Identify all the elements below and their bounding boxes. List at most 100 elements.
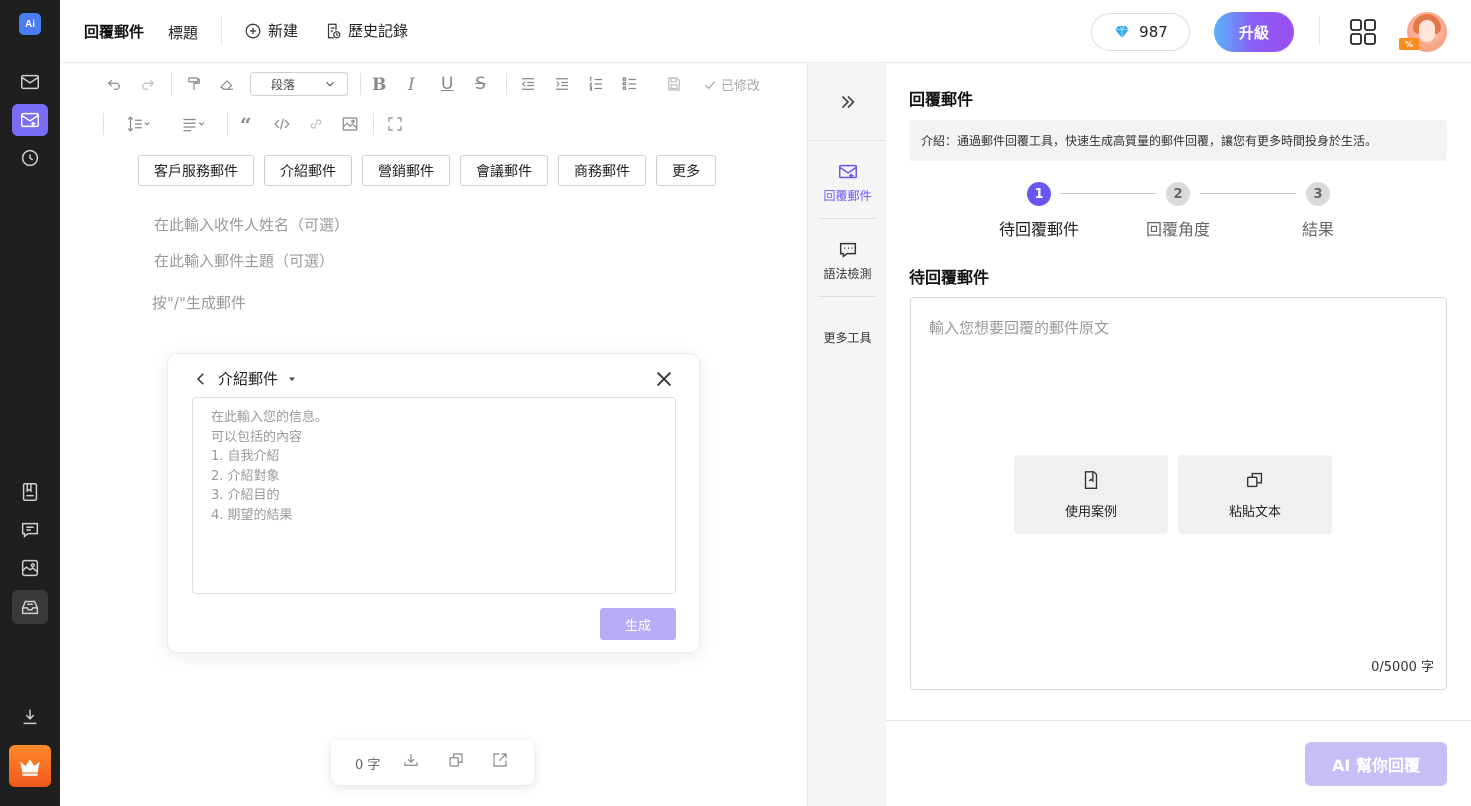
reply-mail-icon [838, 164, 857, 179]
slash-hint[interactable]: 按"/"生成郵件 [152, 292, 246, 313]
editor-area: 段落 B I U S 已修改 “ 客戶服務郵件 介紹郵件 營銷郵件 會議郵件 商… [60, 63, 807, 806]
copy-icon[interactable] [447, 751, 465, 769]
download-icon[interactable] [402, 751, 420, 769]
undo-icon[interactable] [105, 75, 123, 93]
upgrade-button[interactable]: 升級 [1214, 12, 1294, 52]
discount-badge: % [1399, 38, 1419, 50]
chip-intro[interactable]: 介紹郵件 [264, 155, 352, 186]
image-icon[interactable] [12, 552, 48, 584]
tool-grammar-label: 語法檢測 [823, 267, 872, 281]
caret-down-icon[interactable] [286, 373, 298, 385]
save-icon[interactable] [665, 75, 683, 93]
strikethrough-icon[interactable]: S [475, 74, 486, 94]
chip-marketing[interactable]: 營銷郵件 [362, 155, 450, 186]
new-label: 新建 [268, 22, 299, 40]
step-label: 結果 [1301, 220, 1334, 239]
paragraph-select-value: 段落 [271, 77, 296, 92]
step-2[interactable]: 2 回覆角度 [1128, 182, 1228, 240]
avatar[interactable]: % [1399, 12, 1447, 52]
divider [886, 720, 1471, 721]
check-icon [704, 80, 716, 89]
document-icon[interactable] [12, 476, 48, 508]
export-icon[interactable] [491, 751, 509, 769]
section-title: 待回覆郵件 [909, 268, 990, 287]
italic-icon[interactable]: I [408, 75, 415, 95]
paragraph-select[interactable]: 段落 [250, 72, 348, 96]
recipient-field[interactable]: 在此輸入收件人姓名（可選） [154, 214, 349, 235]
chip-meeting[interactable]: 會議郵件 [460, 155, 548, 186]
download-icon[interactable] [12, 701, 48, 733]
inbox-icon[interactable] [12, 590, 48, 624]
paste-icon [1246, 472, 1263, 488]
line-height-icon[interactable] [120, 115, 156, 133]
word-count: 0 字 [355, 758, 381, 773]
reply-mail-icon[interactable] [12, 104, 48, 136]
popup-header[interactable]: 介紹郵件 [192, 368, 298, 389]
diamond-icon [1115, 25, 1129, 38]
popup-textarea[interactable]: 在此輸入您的信息。 可以包括的內容 1. 自我介紹 2. 介紹對象 3. 介紹目… [192, 397, 676, 594]
paste-text-button[interactable]: 粘貼文本 [1178, 455, 1332, 534]
step-number: 2 [1166, 182, 1190, 206]
gem-balance[interactable]: 987 [1091, 13, 1190, 51]
close-icon[interactable] [653, 368, 675, 394]
bold-icon[interactable]: B [372, 75, 386, 95]
toolbar-divider [171, 73, 172, 95]
new-button[interactable]: 新建 [244, 20, 298, 41]
subject-field[interactable]: 在此輸入郵件主題（可選） [154, 250, 334, 271]
use-example-button[interactable]: 使用案例 [1014, 455, 1168, 534]
placeholder-line: 在此輸入您的信息。 [211, 410, 329, 425]
step-1[interactable]: 1 待回覆郵件 [989, 182, 1089, 240]
chip-business[interactable]: 商務郵件 [558, 155, 646, 186]
app-logo[interactable]: Ai [12, 8, 48, 40]
fullscreen-icon[interactable] [386, 115, 404, 133]
tool-grammar-check[interactable]: 語法檢測 [808, 239, 887, 282]
placeholder-line: 2. 介紹對象 [211, 468, 280, 484]
intro-email-popup: 介紹郵件 在此輸入您的信息。 可以包括的內容 1. 自我介紹 2. 介紹對象 3… [167, 353, 700, 653]
outdent-icon[interactable] [519, 75, 537, 93]
mail-icon[interactable] [12, 66, 48, 98]
tool-more[interactable]: 更多工具 [808, 329, 887, 346]
chat-icon[interactable] [12, 514, 48, 546]
original-email-input[interactable]: 輸入您想要回覆的郵件原文 使用案例 粘貼文本 0/5000 字 [910, 297, 1447, 690]
back-icon[interactable] [192, 370, 210, 388]
placeholder-line: 可以包括的內容 [211, 429, 303, 445]
indent-icon[interactable] [553, 75, 571, 93]
ordered-list-icon[interactable] [587, 75, 605, 93]
grammar-icon [839, 242, 856, 258]
placeholder-line: 1. 自我介紹 [211, 449, 280, 464]
placeholder-line: 3. 介紹目的 [211, 488, 280, 503]
modified-label: 已修改 [721, 79, 761, 94]
generate-button[interactable]: 生成 [600, 608, 676, 640]
avatar-face [1419, 20, 1435, 42]
tool-reply-email[interactable]: 回覆郵件 [808, 161, 887, 204]
eraser-icon[interactable] [218, 75, 236, 93]
history-button[interactable]: 歷史記錄 [324, 20, 408, 41]
quote-icon[interactable]: “ [240, 113, 252, 137]
code-icon[interactable] [273, 115, 291, 133]
underline-icon[interactable]: U [441, 74, 453, 94]
redo-icon[interactable] [139, 75, 157, 93]
divider [221, 17, 222, 45]
step-3[interactable]: 3 結果 [1268, 182, 1368, 240]
crown-icon[interactable] [9, 745, 51, 787]
align-icon[interactable] [176, 115, 212, 133]
step-number: 1 [1027, 182, 1051, 206]
bullet-list-icon[interactable] [621, 75, 639, 93]
panel-title: 回覆郵件 [909, 90, 974, 109]
step-number: 3 [1306, 182, 1330, 206]
chevron-down-icon [326, 81, 334, 87]
link-icon[interactable] [307, 115, 325, 133]
ai-reply-button[interactable]: AI 幫你回覆 [1305, 742, 1447, 786]
collapse-icon[interactable] [808, 63, 887, 141]
history-icon[interactable] [12, 142, 48, 174]
format-painter-icon[interactable] [185, 75, 203, 93]
title-tab[interactable]: 標題 [168, 22, 198, 43]
bottom-toolbar: 0 字 [331, 740, 534, 785]
use-example-label: 使用案例 [1064, 505, 1117, 520]
gem-count: 987 [1139, 23, 1168, 41]
chip-more[interactable]: 更多 [656, 155, 716, 186]
insert-image-icon[interactable] [341, 115, 359, 133]
chip-customer-service[interactable]: 客戶服務郵件 [138, 155, 254, 186]
example-doc-icon [1084, 471, 1098, 489]
apps-grid-icon[interactable] [1349, 18, 1377, 50]
